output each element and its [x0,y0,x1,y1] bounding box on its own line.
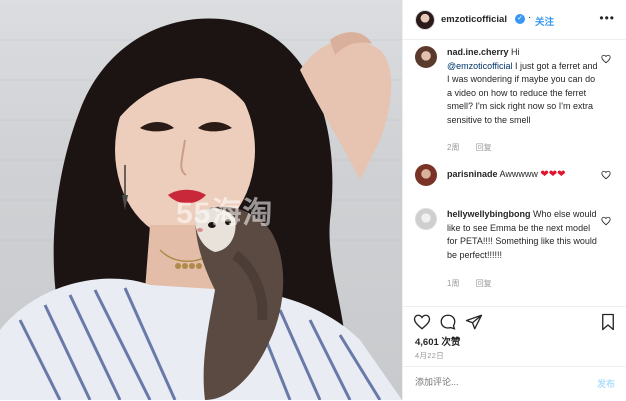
author-avatar[interactable] [415,10,435,30]
comment-text: parisninade Awwwww ❤❤❤ [447,168,599,182]
like-heart-icon[interactable] [413,313,431,331]
comment-bubble-icon[interactable] [439,313,457,331]
reply-button[interactable]: 回复 [476,143,492,152]
like-comment-heart-icon[interactable] [601,54,611,64]
post-details-panel: emzoticofficial ✓ · 关注 ••• nad.ine.cherr… [402,0,626,400]
more-options-icon[interactable]: ••• [599,11,615,25]
add-comment-bar: 发布 [403,366,626,401]
follow-button[interactable]: 关注 [535,14,554,28]
commenter-avatar[interactable] [415,46,437,68]
comment-text: nad.ine.cherry Hi @emzoticofficial I jus… [447,46,599,127]
bookmark-save-icon[interactable] [599,313,617,331]
red-hearts-emoji-icon: ❤❤❤ [540,169,566,180]
comment-text: hellywellybingbong Who else would like t… [447,208,599,262]
comment-username[interactable]: hellywellybingbong [447,209,531,219]
comment-text-start: Hi [511,47,520,57]
like-comment-heart-icon[interactable] [601,170,611,180]
author-username[interactable]: emzoticofficial [441,14,507,25]
post-comment-button[interactable]: 发布 [597,377,615,390]
likes-count[interactable]: 4,601 次赞 [415,334,460,348]
share-send-icon[interactable] [465,313,483,331]
post-date[interactable]: 4月22日 [415,350,444,361]
commenter-avatar[interactable] [415,208,437,230]
like-comment-heart-icon[interactable] [601,216,611,226]
add-comment-input[interactable] [415,377,575,387]
separator-dot: · [528,12,532,23]
watermark-text: 55海淘 [176,197,274,230]
post-photo[interactable]: 55海淘 [0,0,402,400]
comment-meta: 2周 回复 [447,142,506,153]
comment-time: 2周 [447,143,460,152]
comment-text-content: Awwwww [499,169,538,179]
reply-button[interactable]: 回复 [476,279,492,288]
comment-username[interactable]: nad.ine.cherry [447,47,509,57]
comment-mention-link[interactable]: @emzoticofficial [447,61,513,71]
commenter-avatar[interactable] [415,164,437,186]
comments-list: nad.ine.cherry Hi @emzoticofficial I jus… [403,40,626,300]
comment-meta: 1周 回复 [447,278,506,289]
verified-badge-icon: ✓ [515,14,525,24]
post-actions-bar [403,306,626,333]
comment-username[interactable]: parisninade [447,169,498,179]
comment-time: 1周 [447,279,460,288]
post-header: emzoticofficial ✓ · 关注 ••• [403,0,626,40]
